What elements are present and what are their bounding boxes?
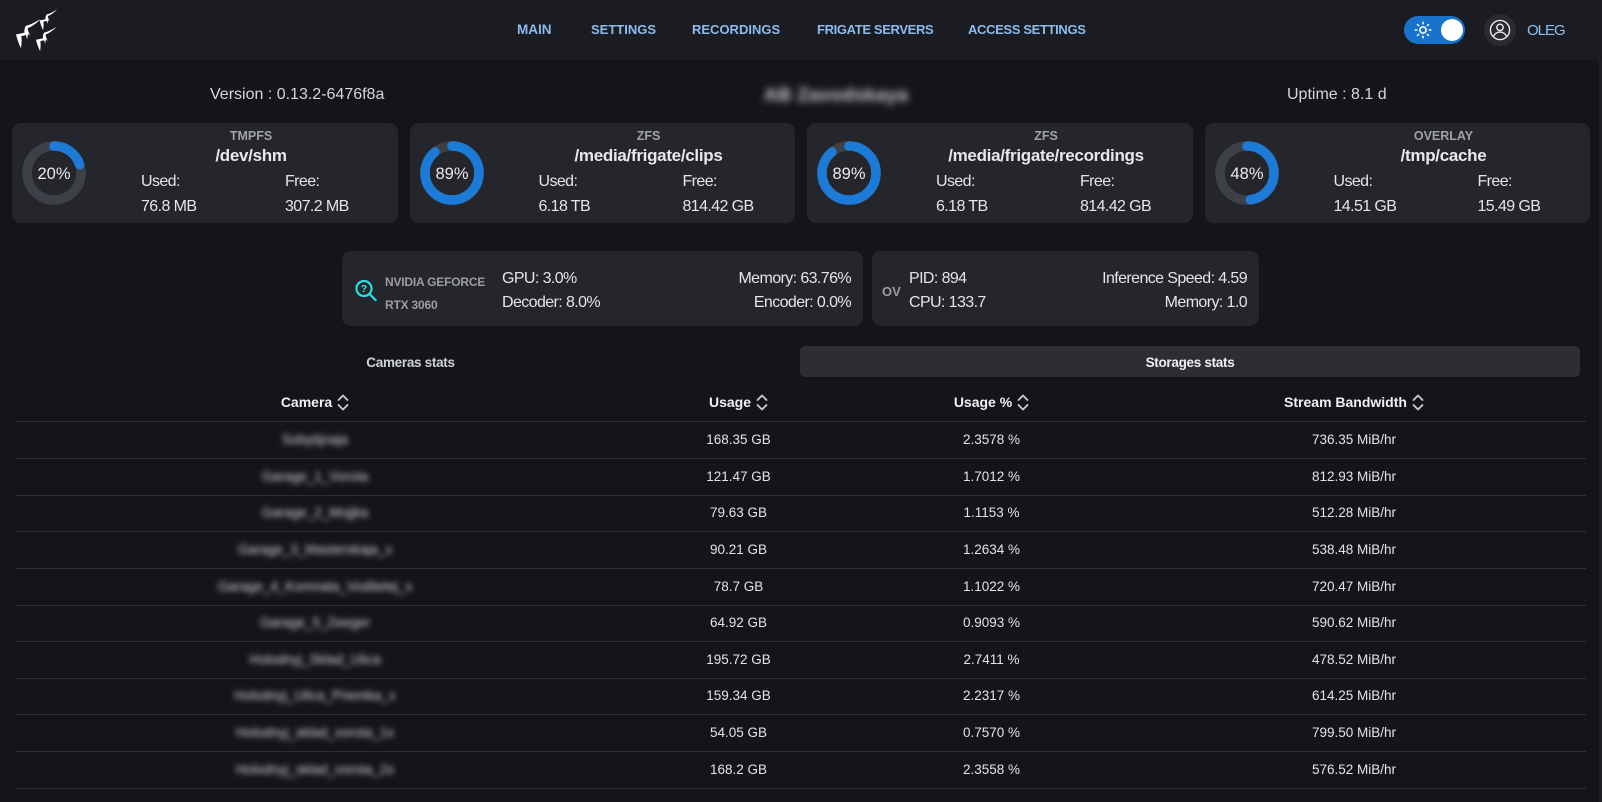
svg-text:48%: 48%	[1230, 165, 1263, 183]
svg-text:?: ?	[361, 283, 367, 295]
svg-text:89%: 89%	[435, 165, 468, 183]
svg-text:89%: 89%	[832, 165, 865, 183]
svg-text:20%: 20%	[37, 165, 70, 183]
